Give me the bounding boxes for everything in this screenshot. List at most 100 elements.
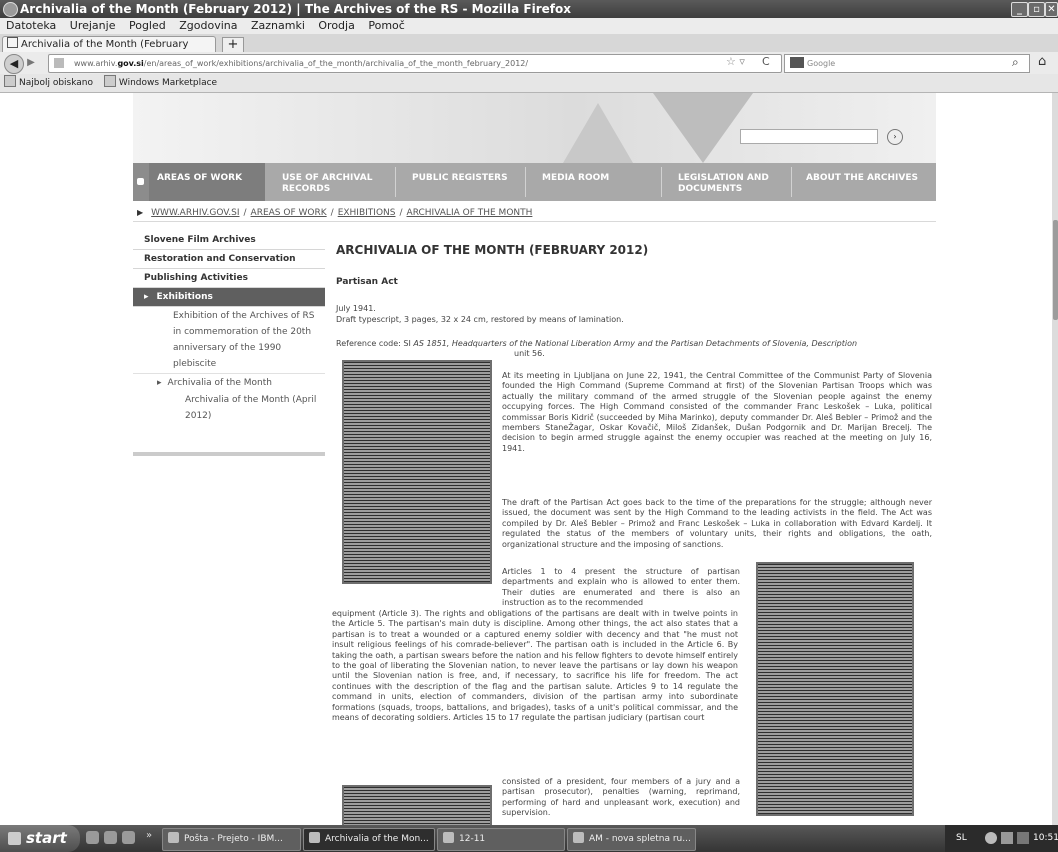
search-engine-icon[interactable]: [790, 57, 804, 68]
nav-divider: [791, 167, 792, 197]
menu-tools[interactable]: Orodja: [318, 19, 354, 32]
tray-icon[interactable]: [1017, 832, 1029, 844]
nav-media-room[interactable]: Media room: [534, 163, 652, 201]
taskbar: start » Pošta - Prejeto - IBM... Archiva…: [0, 825, 1058, 852]
language-indicator[interactable]: SL: [956, 825, 967, 852]
document-page-image: [342, 785, 492, 825]
article-description: Draft typescript, 3 pages, 32 x 24 cm, r…: [336, 315, 624, 324]
taskbar-button-label: 12-11: [459, 834, 486, 844]
vertical-scrollbar[interactable]: [1052, 93, 1058, 825]
nav-about-the-archives[interactable]: About the archives: [798, 163, 933, 201]
menu-file[interactable]: Datoteka: [6, 19, 56, 32]
sidebar-arrow-icon: ▸: [144, 292, 149, 302]
mail-app-icon: [168, 832, 179, 843]
reference-code: Reference code: SI AS 1851, Headquarters…: [336, 339, 932, 349]
sidebar-nav: Slovene Film Archives Restoration and Co…: [133, 231, 325, 424]
firefox-icon: [3, 2, 18, 17]
tab-strip: Archivalia of the Month (February 2012) …: [0, 34, 1058, 66]
taskbar-button-label: Pošta - Prejeto - IBM...: [184, 834, 283, 844]
system-tray: SL 10:51: [945, 825, 1058, 852]
site-header-banner: [133, 93, 936, 163]
reload-button[interactable]: C: [762, 55, 770, 68]
reference-value: AS 1851, Headquarters of the National Li…: [413, 339, 858, 348]
breadcrumb-exhibitions[interactable]: EXHIBITIONS: [338, 208, 396, 218]
tray-icon[interactable]: [985, 832, 997, 844]
page-favicon: [7, 37, 18, 48]
sidebar-subitem-archivalia[interactable]: ▸ Archivalia of the Month: [133, 373, 325, 392]
menu-history[interactable]: Zgodovina: [179, 19, 237, 32]
quicklaunch-more-icon[interactable]: »: [146, 830, 152, 841]
sidebar-subitem-exhibition-plebiscite[interactable]: Exhibition of the Archives of RS in comm…: [133, 307, 325, 373]
reference-label: Reference code: SI: [336, 339, 414, 348]
breadcrumb-archivalia[interactable]: ARCHIVALIA OF THE MONTH: [407, 208, 533, 218]
taskbar-button-label: Archivalia of the Mon...: [325, 834, 429, 844]
breadcrumb-home[interactable]: WWW.ARHIV.GOV.SI: [151, 208, 239, 218]
breadcrumb-areas-of-work[interactable]: AREAS OF WORK: [251, 208, 327, 218]
taskbar-button-mail[interactable]: Pošta - Prejeto - IBM...: [162, 828, 301, 851]
bookmark-windows-marketplace[interactable]: Windows Marketplace: [100, 75, 217, 88]
menu-bookmarks[interactable]: Zaznamki: [251, 19, 305, 32]
bookmark-star-icon[interactable]: ☆ ▿: [726, 55, 745, 68]
home-icon[interactable]: ⌂: [1038, 54, 1046, 69]
document-app-icon: [573, 832, 584, 843]
page-viewport[interactable]: › Areas of work Use of archival records …: [0, 93, 1052, 825]
clock[interactable]: 10:51: [1033, 825, 1058, 852]
document-page-image: [756, 562, 914, 816]
nav-divider: [525, 167, 526, 197]
maximize-button[interactable]: ▫: [1028, 2, 1045, 17]
new-tab-button[interactable]: +: [222, 37, 244, 53]
taskbar-button-firefox[interactable]: Archivalia of the Mon...: [303, 828, 435, 851]
forward-button[interactable]: ▶: [24, 56, 38, 70]
scrollbar-thumb[interactable]: [1053, 220, 1058, 320]
search-placeholder: Google: [807, 59, 836, 68]
sidebar-arrow-icon: ▸: [157, 378, 162, 388]
window-title-bar[interactable]: Archivalia of the Month (February 2012) …: [0, 0, 1058, 18]
paragraph-3-start: Articles 1 to 4 present the structure of…: [502, 567, 740, 608]
nav-areas-of-work[interactable]: Areas of work: [149, 163, 265, 201]
sidebar-item-restoration[interactable]: Restoration and Conservation: [133, 250, 325, 269]
nav-use-of-archival-records[interactable]: Use of archival records: [274, 163, 386, 201]
search-icon[interactable]: ⌕: [1012, 55, 1019, 70]
url-bar[interactable]: www.arhiv.gov.si/en/areas_of_work/exhibi…: [48, 54, 782, 73]
menu-edit[interactable]: Urejanje: [70, 19, 116, 32]
menu-help[interactable]: Pomoč: [368, 19, 404, 32]
bookmark-most-visited[interactable]: Najbolj obiskano: [0, 75, 93, 88]
breadcrumb-separator: /: [243, 208, 247, 218]
nav-divider: [661, 167, 662, 197]
minimize-button[interactable]: _: [1011, 2, 1028, 17]
url-prefix: www.arhiv.: [74, 59, 118, 68]
nav-legislation-and-documents[interactable]: Legislation and documents: [670, 163, 782, 201]
quicklaunch-firefox-icon[interactable]: [122, 831, 135, 844]
browser-tab[interactable]: Archivalia of the Month (February 2012) …: [2, 36, 216, 66]
sidebar-item-label: Archivalia of the Month: [167, 378, 272, 388]
breadcrumb-separator: /: [399, 208, 403, 218]
taskbar-button-word[interactable]: AM - nova spletna ru...: [567, 828, 696, 851]
sidebar-divider: [133, 452, 325, 456]
article-date: July 1941.: [336, 304, 376, 313]
quicklaunch-browser-icon[interactable]: [86, 831, 99, 844]
sidebar-item-publishing[interactable]: Publishing Activities: [133, 269, 325, 288]
back-button[interactable]: ◀: [4, 54, 24, 74]
search-input[interactable]: Google: [784, 54, 1030, 73]
windows-logo-icon: [8, 832, 21, 845]
quicklaunch-folder-icon[interactable]: [104, 831, 117, 844]
site-search-input[interactable]: [740, 129, 878, 144]
sidebar-item-slovene-film-archives[interactable]: Slovene Film Archives: [133, 231, 325, 250]
menu-bar: Datoteka Urejanje Pogled Zgodovina Zazna…: [0, 18, 1058, 34]
paragraph-2: The draft of the Partisan Act goes back …: [502, 498, 932, 549]
tray-icon[interactable]: [1001, 832, 1013, 844]
site-search-button[interactable]: ›: [887, 129, 903, 145]
menu-view[interactable]: Pogled: [129, 19, 166, 32]
sidebar-subitem-archivalia-april[interactable]: Archivalia of the Month (April 2012): [133, 392, 325, 424]
taskbar-button-folder[interactable]: 12-11: [437, 828, 565, 851]
firefox-icon: [309, 832, 320, 843]
close-button[interactable]: ✕: [1045, 2, 1058, 17]
nav-public-registers[interactable]: Public registers: [404, 163, 516, 201]
paragraph-3-end: consisted of a president, four members o…: [502, 777, 740, 818]
nav-home-button[interactable]: [133, 163, 149, 201]
url-domain: gov.si: [117, 59, 144, 68]
start-button[interactable]: start: [0, 825, 80, 852]
site-identity-icon[interactable]: [54, 58, 64, 68]
sidebar-item-exhibitions[interactable]: ▸ Exhibitions: [133, 288, 325, 307]
breadcrumb-arrow-icon: ▶: [137, 208, 144, 217]
